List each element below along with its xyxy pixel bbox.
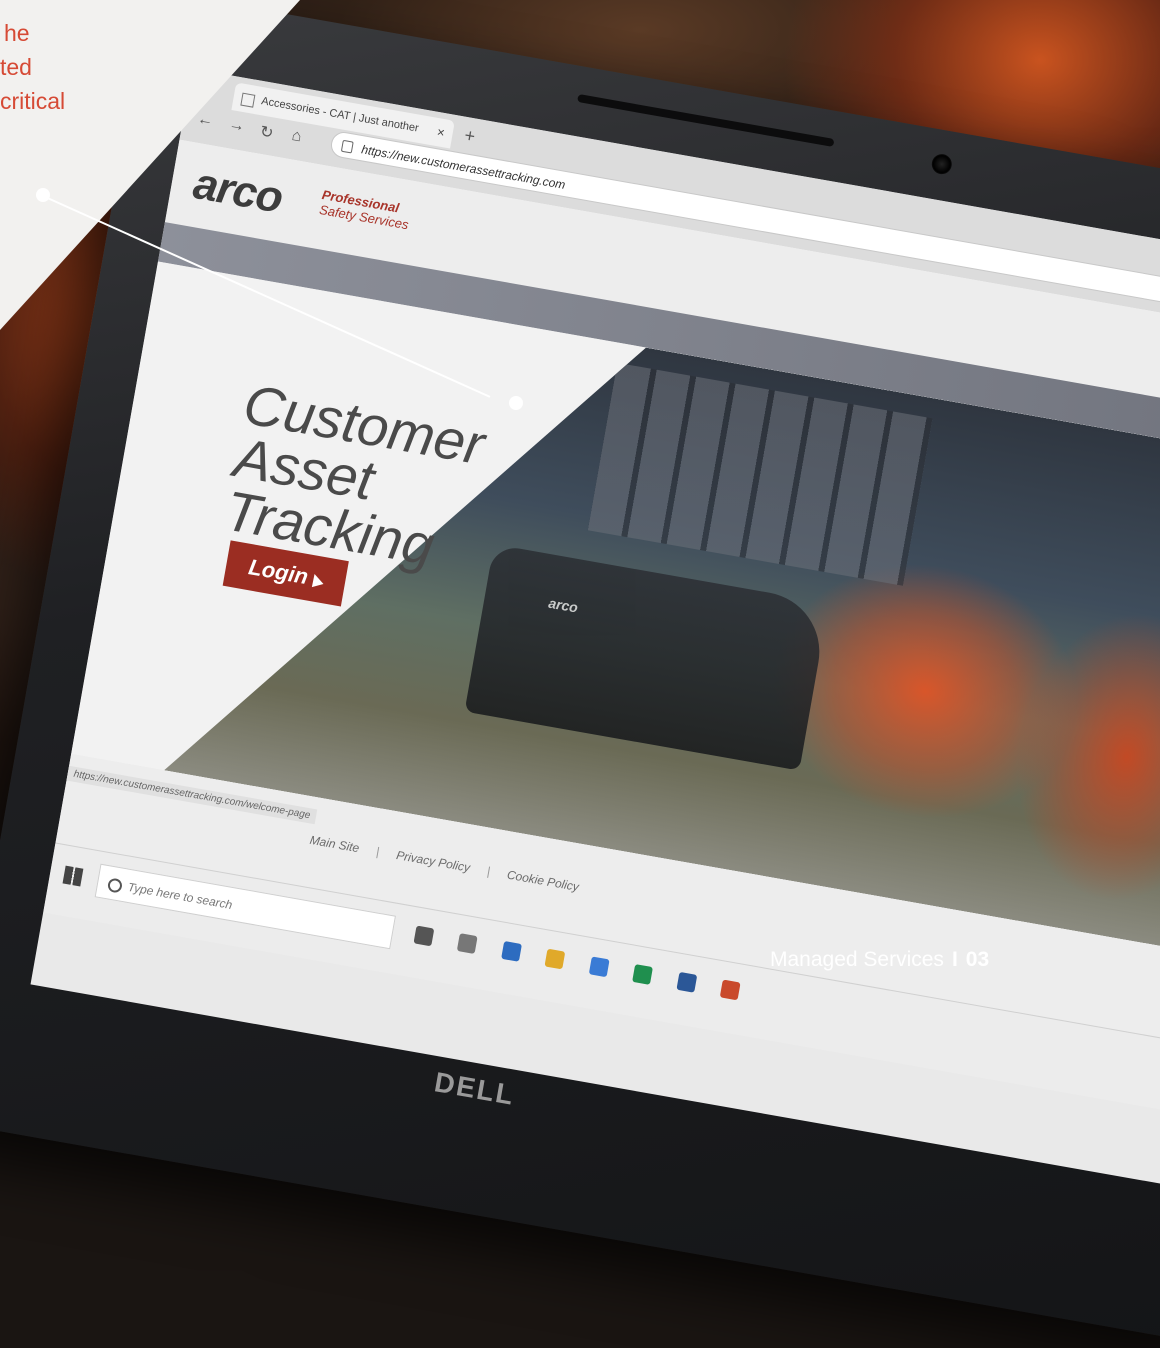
callout-start-dot bbox=[36, 188, 50, 202]
callout-line-1: he bbox=[4, 20, 30, 46]
logo-wordmark: arco bbox=[189, 158, 286, 223]
page-footer: Managed Services I 03 bbox=[770, 948, 989, 972]
section-label: Managed Services bbox=[770, 948, 944, 971]
arco-logo[interactable]: arco Professional Safety Services bbox=[189, 158, 410, 232]
footer-link-privacy[interactable]: Privacy Policy bbox=[395, 848, 471, 875]
building-windows bbox=[588, 363, 933, 586]
tab-title: Accessories - CAT | Just another bbox=[260, 95, 420, 135]
login-label: Login bbox=[246, 554, 311, 590]
lock-icon bbox=[340, 139, 354, 154]
page-number: 03 bbox=[965, 948, 990, 971]
footer-separator-bar: I bbox=[951, 948, 958, 971]
callout-line-3: critical bbox=[0, 88, 66, 114]
laptop-screen: Accessories - CAT | Just another × + ← →… bbox=[30, 68, 1160, 1190]
laptop-bezel: Accessories - CAT | Just another × + ← →… bbox=[0, 0, 1160, 1348]
callout-text: he ted critical bbox=[0, 16, 65, 118]
footer-links: Main Site | Privacy Policy | Cookie Poli… bbox=[309, 833, 580, 894]
home-icon[interactable]: ⌂ bbox=[290, 127, 302, 146]
forward-arrow-icon[interactable]: → bbox=[227, 116, 246, 137]
service-van: arco bbox=[464, 544, 828, 770]
footer-separator: | bbox=[485, 864, 492, 879]
taskbar-search-placeholder: Type here to search bbox=[126, 879, 234, 913]
back-arrow-icon[interactable]: ← bbox=[196, 110, 215, 131]
reload-icon[interactable]: ↻ bbox=[258, 121, 275, 143]
dell-logo: DELL bbox=[432, 1066, 518, 1111]
app-icon[interactable] bbox=[719, 979, 741, 1001]
edge-icon[interactable] bbox=[501, 940, 522, 962]
store-icon[interactable] bbox=[588, 956, 610, 978]
footer-separator: | bbox=[375, 844, 381, 859]
page-icon bbox=[240, 92, 256, 108]
van-logo: arco bbox=[547, 594, 580, 616]
callout-end-dot bbox=[509, 396, 523, 410]
footer-link-cookie[interactable]: Cookie Policy bbox=[506, 868, 580, 894]
word-icon[interactable] bbox=[676, 971, 697, 993]
windows-start-icon[interactable] bbox=[62, 865, 84, 887]
pointer-cursor-icon bbox=[309, 572, 324, 588]
close-tab-icon[interactable]: × bbox=[435, 118, 447, 147]
file-explorer-icon[interactable] bbox=[544, 948, 566, 970]
logo-tagline: Professional Safety Services bbox=[318, 187, 461, 241]
callout-line-2: ted bbox=[0, 54, 32, 80]
chrome-icon[interactable] bbox=[632, 964, 654, 985]
footer-link-main-site[interactable]: Main Site bbox=[309, 833, 361, 855]
new-tab-button[interactable]: + bbox=[463, 125, 477, 148]
widgets-icon[interactable] bbox=[457, 933, 479, 955]
task-view-icon[interactable] bbox=[413, 925, 435, 947]
search-icon bbox=[106, 877, 124, 894]
webcam-icon bbox=[930, 152, 954, 176]
